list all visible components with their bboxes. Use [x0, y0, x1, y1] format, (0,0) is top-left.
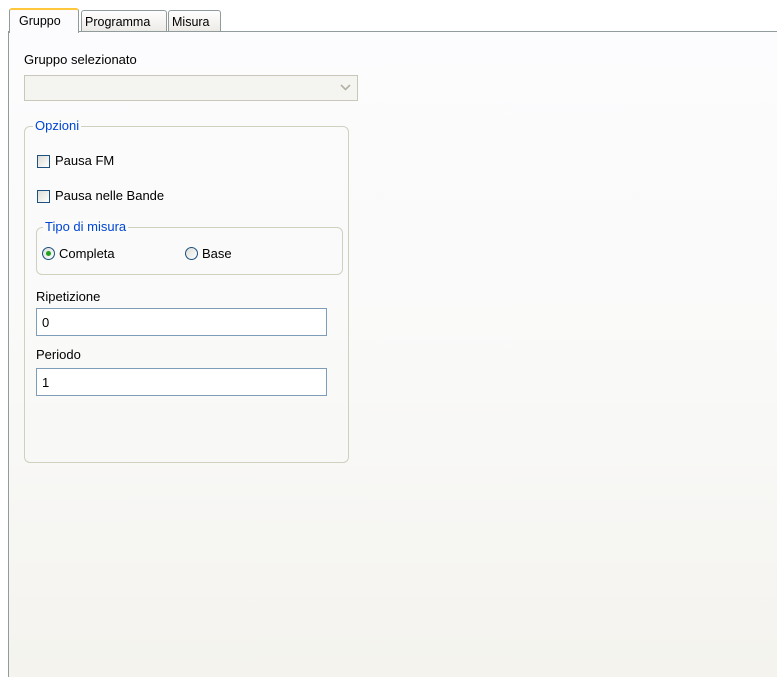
options-group-title: Opzioni [33, 118, 82, 134]
radio-base[interactable] [185, 247, 198, 260]
repetition-label: Ripetizione [36, 289, 101, 304]
tab-strip: Gruppo Programma Misura [8, 8, 777, 33]
window: Gruppo Programma Misura Gruppo seleziona… [0, 0, 777, 677]
tab-programma[interactable]: Programma [81, 10, 167, 31]
selected-group-combo[interactable] [24, 75, 358, 101]
tab-misura[interactable]: Misura [168, 10, 221, 31]
radio-selected-dot [46, 251, 51, 256]
pausa-fm-checkbox[interactable] [37, 155, 50, 168]
radio-completa[interactable] [42, 247, 55, 260]
tab-misura-label: Misura [172, 15, 210, 29]
tab-gruppo-label: Gruppo [19, 14, 61, 28]
combo-dropdown-button[interactable] [336, 77, 356, 99]
tab-gruppo[interactable]: Gruppo [9, 8, 79, 33]
pausa-fm-label: Pausa FM [55, 153, 115, 168]
period-input[interactable] [36, 368, 327, 396]
selected-group-label: Gruppo selezionato [24, 52, 137, 67]
pausa-bande-checkbox[interactable] [37, 190, 50, 203]
chevron-down-icon [340, 84, 351, 91]
tab-page-gruppo: Gruppo selezionato Opzioni Pausa FM Paus… [8, 31, 777, 677]
radio-base-label: Base [202, 246, 232, 261]
options-groupbox: Opzioni Pausa FM Pausa nelle Bande Tipo … [24, 118, 349, 463]
pausa-bande-label: Pausa nelle Bande [55, 188, 165, 203]
measure-type-groupbox: Tipo di misura Completa Base [36, 219, 343, 275]
radio-completa-label: Completa [59, 246, 115, 261]
measure-type-title: Tipo di misura [43, 219, 129, 235]
tab-programma-label: Programma [85, 15, 151, 29]
repetition-input[interactable] [36, 308, 327, 336]
period-label: Periodo [36, 347, 81, 362]
